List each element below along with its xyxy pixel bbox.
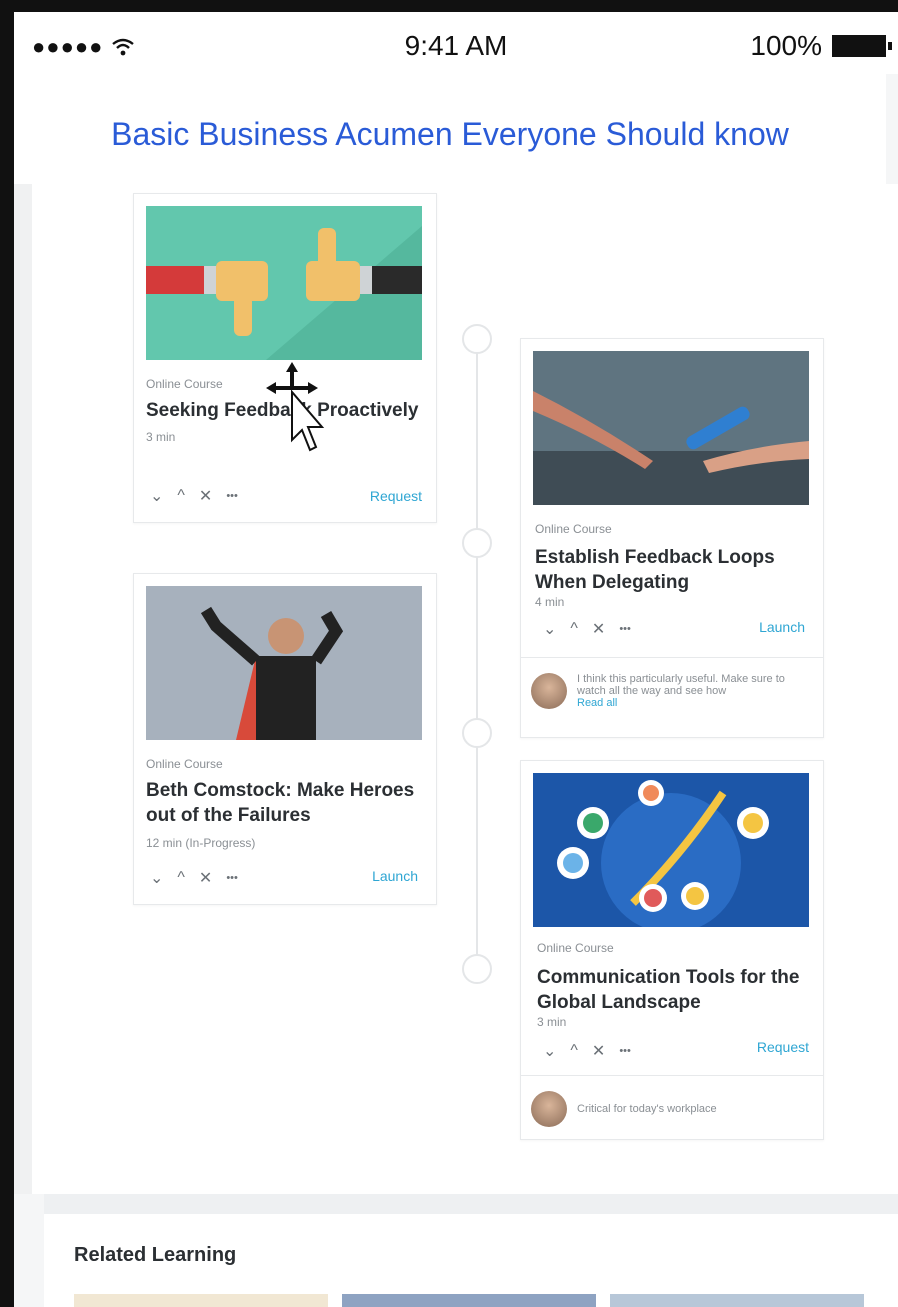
chevron-down-icon[interactable]: ⌄ (543, 619, 556, 639)
related-learning-section: Related Learning (44, 1214, 898, 1307)
more-icon[interactable]: ••• (226, 490, 238, 502)
request-link[interactable]: Request (370, 488, 422, 504)
thumbs-illustration (146, 206, 422, 360)
comment-body: I think this particularly useful. Make s… (577, 673, 811, 709)
course-card[interactable]: Online Course Seeking Feedback Proactive… (133, 193, 437, 523)
related-learning-title: Related Learning (74, 1244, 237, 1266)
course-title[interactable]: Beth Comstock: Make Heroes out of the Fa… (146, 778, 426, 828)
card-actions: ⌄ ^ ✕ ••• (543, 619, 631, 639)
course-thumbnail (533, 773, 809, 927)
chevron-up-icon[interactable]: ^ (177, 869, 185, 887)
related-thumbnail[interactable] (342, 1294, 596, 1307)
battery-percent: 100% (750, 30, 822, 61)
baton-illustration (533, 351, 809, 505)
header: Basic Business Acumen Everyone Should kn… (14, 74, 886, 184)
course-title[interactable]: Establish Feedback Loops When Delegating (535, 545, 805, 595)
avatar (531, 673, 567, 709)
comment: I think this particularly useful. Make s… (531, 673, 811, 709)
timeline-node (462, 718, 492, 748)
chevron-up-icon[interactable]: ^ (177, 487, 185, 505)
course-title[interactable]: Communication Tools for the Global Lands… (537, 965, 807, 1015)
course-type: Online Course (146, 757, 223, 771)
move-cursor-icon (262, 360, 334, 465)
comment-text: Critical for today's workplace (577, 1103, 717, 1115)
course-duration: 4 min (535, 595, 565, 609)
hero-illustration (146, 586, 422, 740)
more-icon[interactable]: ••• (619, 623, 631, 635)
battery-icon (832, 35, 892, 57)
request-link[interactable]: Request (757, 1039, 809, 1055)
device-frame-left (0, 0, 14, 1307)
comment-text: I think this particularly useful. Make s… (577, 673, 785, 697)
course-thumbnail (146, 206, 422, 360)
section-divider (44, 1194, 898, 1214)
close-icon[interactable]: ✕ (199, 486, 212, 506)
close-icon[interactable]: ✕ (199, 868, 212, 888)
course-card[interactable]: Online Course Beth Comstock: Make Heroes… (133, 573, 437, 905)
device-frame-top (0, 0, 898, 12)
launch-link[interactable]: Launch (372, 868, 418, 884)
course-duration: 3 min (146, 430, 176, 444)
card-actions: ⌄ ^ ✕ ••• (150, 486, 238, 506)
chevron-down-icon[interactable]: ⌄ (543, 1041, 556, 1061)
avatar (531, 1091, 567, 1127)
chevron-down-icon[interactable]: ⌄ (150, 486, 163, 506)
course-type: Online Course (535, 522, 612, 536)
course-type: Online Course (537, 941, 614, 955)
course-card[interactable]: Online Course Communication Tools for th… (520, 760, 824, 1140)
card-actions: ⌄ ^ ✕ ••• (150, 868, 238, 888)
more-icon[interactable]: ••• (226, 872, 238, 884)
related-thumbnail[interactable] (610, 1294, 864, 1307)
timeline-node (462, 528, 492, 558)
course-duration: 12 min (In-Progress) (146, 836, 256, 850)
read-all-link[interactable]: Read all (577, 697, 811, 709)
timeline-line (476, 338, 478, 968)
left-edge (14, 184, 32, 1194)
more-icon[interactable]: ••• (619, 1045, 631, 1057)
close-icon[interactable]: ✕ (592, 1041, 605, 1061)
global-communication-illustration (533, 773, 809, 927)
course-thumbnail (533, 351, 809, 505)
course-card[interactable]: Online Course Establish Feedback Loops W… (520, 338, 824, 738)
divider (521, 657, 823, 658)
card-actions: ⌄ ^ ✕ ••• (543, 1041, 631, 1061)
page-title: Basic Business Acumen Everyone Should kn… (111, 116, 789, 152)
comment: Critical for today's workplace (531, 1091, 811, 1127)
chevron-down-icon[interactable]: ⌄ (150, 868, 163, 888)
close-icon[interactable]: ✕ (592, 619, 605, 639)
course-type: Online Course (146, 377, 223, 391)
chevron-up-icon[interactable]: ^ (570, 1042, 578, 1060)
status-bar: ●●●●● 9:41 AM 100% (14, 12, 898, 74)
chevron-up-icon[interactable]: ^ (570, 620, 578, 638)
battery-status: 100% (750, 30, 892, 62)
divider (521, 1075, 823, 1076)
course-thumbnail (146, 586, 422, 740)
course-duration: 3 min (537, 1015, 567, 1029)
related-thumbnail[interactable] (74, 1294, 328, 1307)
timeline-node (462, 954, 492, 984)
launch-link[interactable]: Launch (759, 619, 805, 635)
timeline-node (462, 324, 492, 354)
